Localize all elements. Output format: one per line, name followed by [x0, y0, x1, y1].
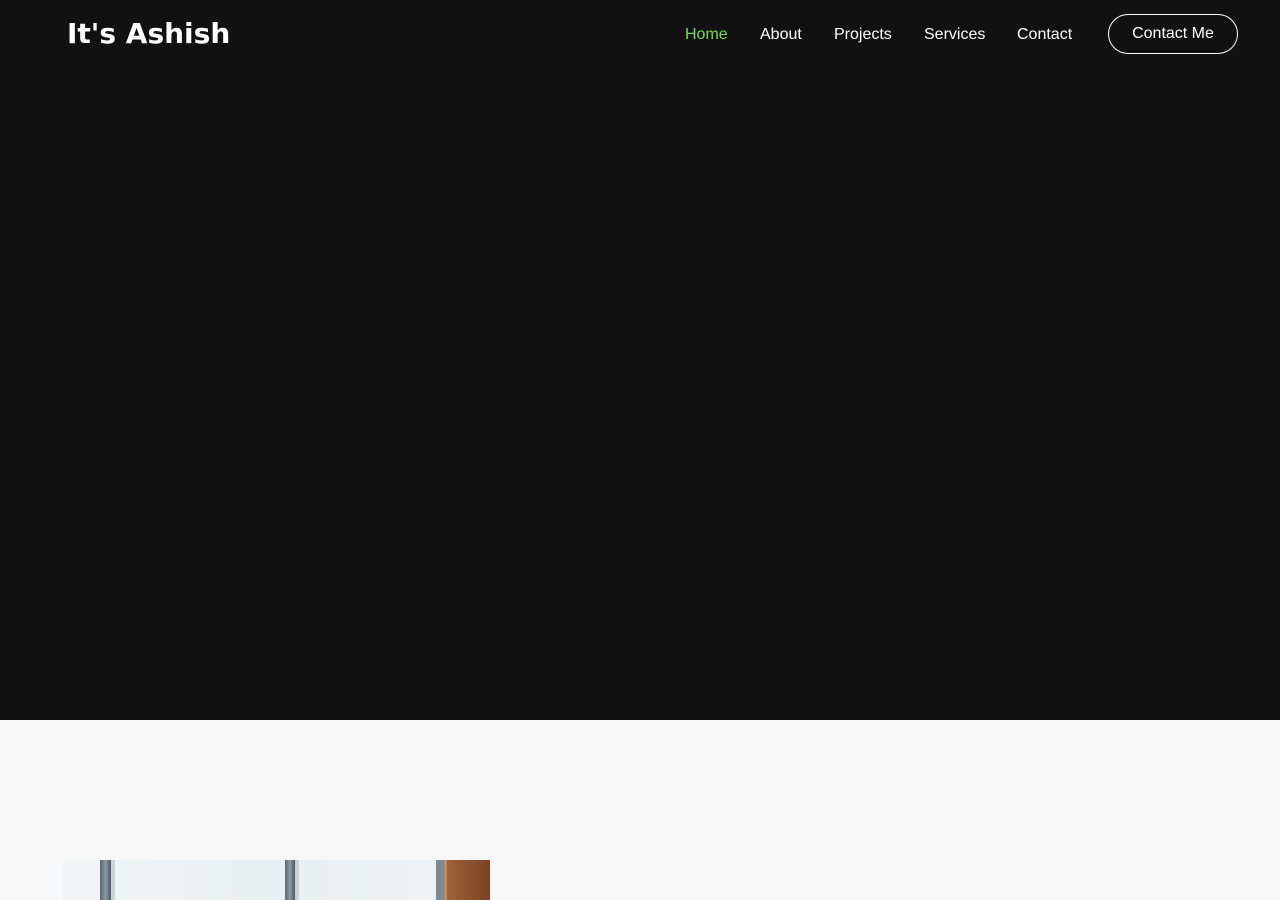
nav-item-home[interactable]: Home — [685, 24, 728, 46]
nav-item-services[interactable]: Services — [924, 24, 985, 46]
office-window-photo — [44, 860, 490, 900]
brand-logo[interactable]: It's Ashish — [67, 16, 230, 52]
hero-section: It's Ashish Home About Projects Services… — [0, 0, 1280, 720]
about-photo — [44, 860, 490, 900]
navbar: It's Ashish Home About Projects Services… — [0, 0, 1280, 70]
nav-item-about[interactable]: About — [760, 24, 802, 46]
contact-me-button[interactable]: Contact Me — [1108, 14, 1238, 54]
about-section — [0, 720, 1280, 900]
nav-item-projects[interactable]: Projects — [834, 24, 892, 46]
page: It's Ashish Home About Projects Services… — [0, 0, 1280, 900]
nav-item-contact[interactable]: Contact — [1017, 24, 1072, 46]
